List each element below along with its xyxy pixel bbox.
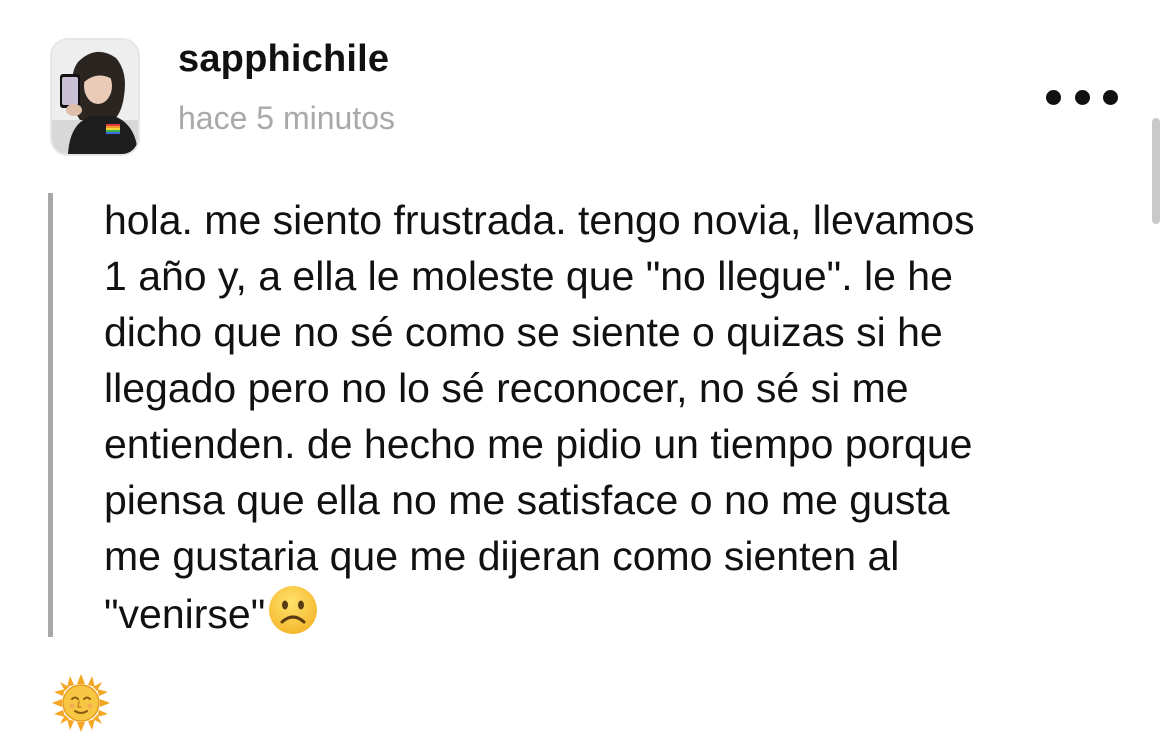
avatar-photo [52,40,138,154]
quote-bar [48,193,53,637]
sun-with-face-icon [52,674,110,732]
username[interactable]: sapphichile [178,38,389,81]
post-line-text: "venirse" [104,591,266,637]
more-dot-icon [1074,89,1090,105]
post-line: dicho que no sé como se siente o quizas … [104,309,943,355]
post-line-last: "venirse" [104,584,1144,640]
post-line: 1 año y, a ella le moleste que "no llegu… [104,253,953,299]
scrollbar[interactable] [1152,118,1160,224]
post-line: hola. me siento frustrada. tengo novia, … [104,197,975,243]
more-options-button[interactable] [1046,80,1118,114]
post-line: entienden. de hecho me pidio un tiempo p… [104,421,973,467]
post-line: piensa que ella no me satisface o no me … [104,477,950,523]
timestamp: hace 5 minutos [178,100,396,136]
post-line: llegado pero no lo sé reconocer, no sé s… [104,365,909,411]
post-view: sapphichile hace 5 minutos hola. me sien… [0,0,1170,744]
more-dot-icon [1046,89,1061,105]
post-line: me gustaria que me dijeran como sienten … [104,533,900,579]
avatar[interactable] [50,38,140,156]
reaction-button[interactable] [52,674,110,732]
frowning-face-icon [269,586,318,634]
more-dot-icon [1103,89,1118,105]
post-body: hola. me siento frustrada. tengo novia, … [104,192,1144,640]
